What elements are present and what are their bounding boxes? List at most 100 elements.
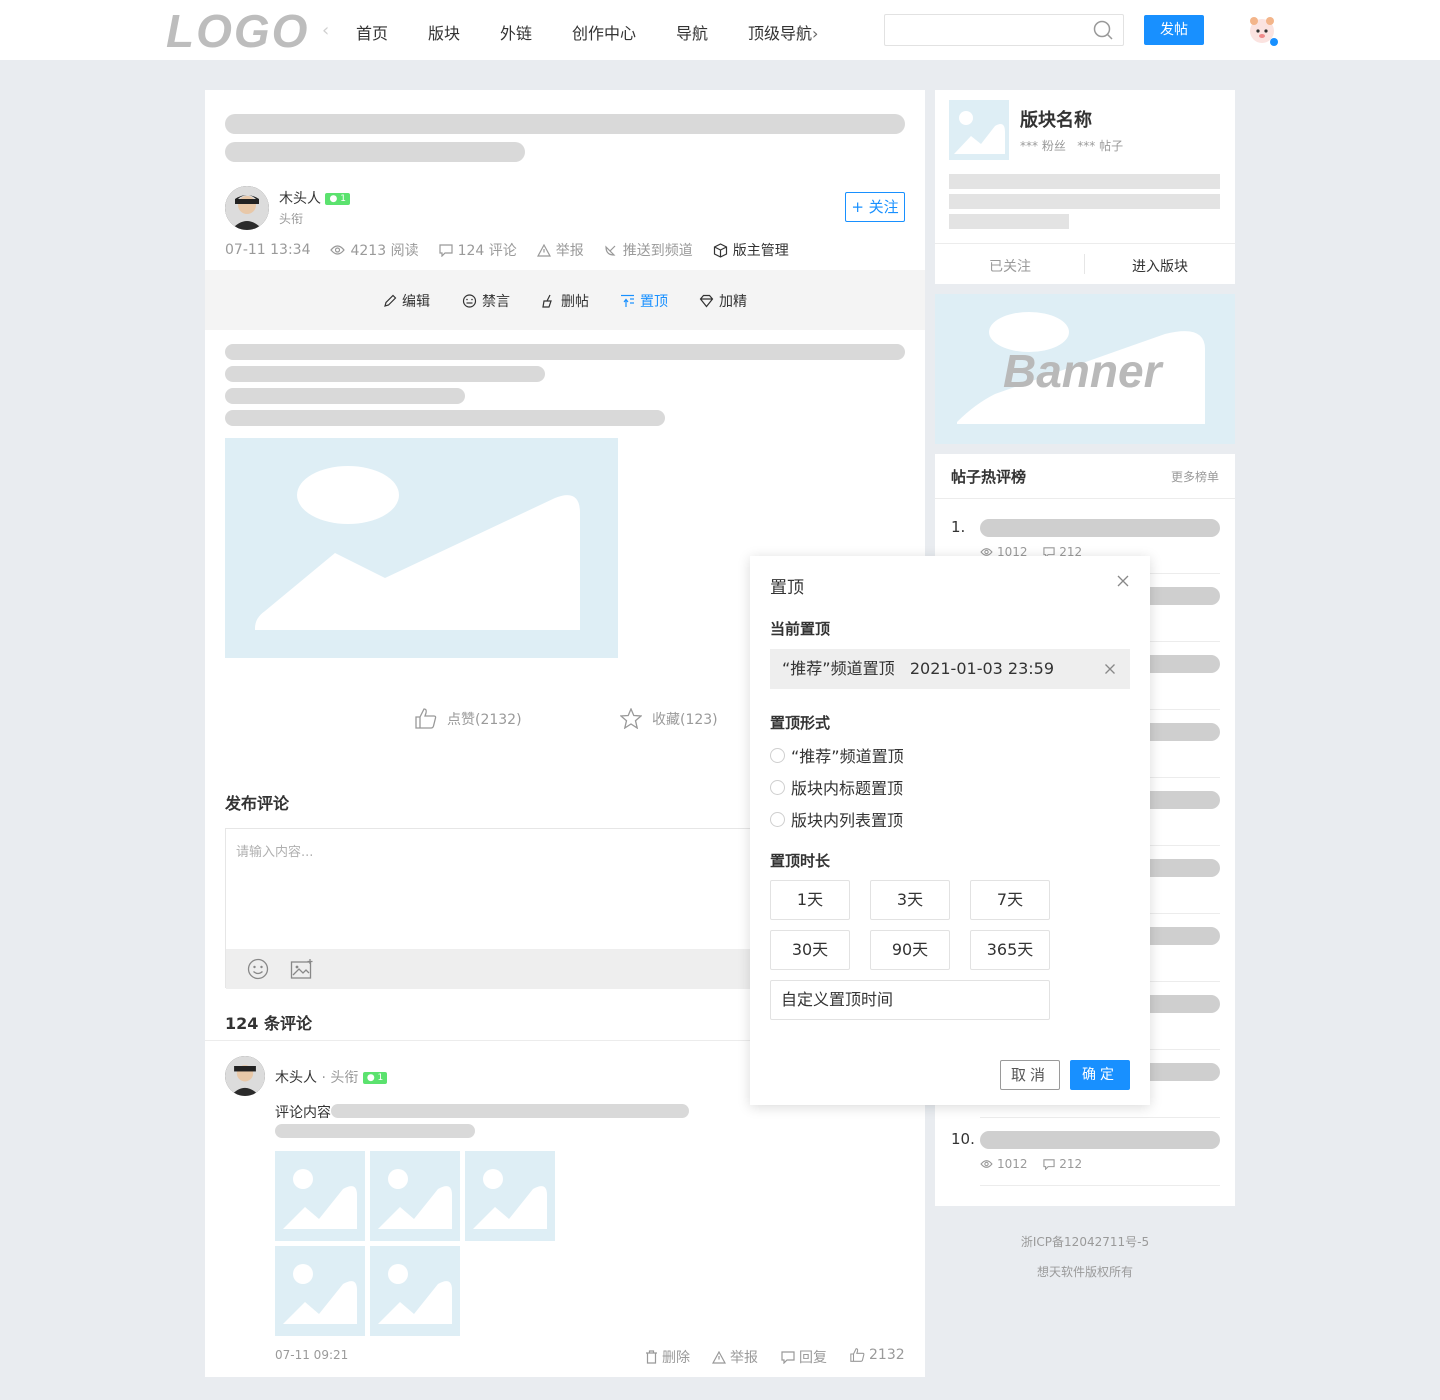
comment-image[interactable] (370, 1246, 460, 1336)
comment-content-prefix: 评论内容 (275, 1105, 331, 1121)
commenter-title: · 头衔 (321, 1070, 359, 1086)
banner[interactable]: Banner (935, 294, 1235, 444)
comment-image[interactable] (465, 1151, 555, 1241)
remove-pin-icon[interactable] (1104, 663, 1116, 675)
board-thumbnail[interactable] (949, 100, 1009, 160)
title-skeleton (225, 142, 525, 162)
more-ranking-link[interactable]: 更多榜单 (1171, 468, 1219, 485)
duration-90-days[interactable]: 90天 (870, 930, 950, 970)
emoji-icon[interactable] (247, 958, 269, 980)
new-post-button[interactable]: 发帖 (1144, 15, 1204, 45)
post-meta: 07-11 13:34 4213 阅读 124 评论 举报 推送到频道 版主管理 (225, 240, 809, 260)
comment-count-text: 124 评论 (457, 243, 517, 259)
enter-board-button[interactable]: 进入版块 (1085, 256, 1235, 276)
satellite-icon (605, 245, 616, 256)
pin-option-board-list[interactable]: 版块内列表置顶 (770, 807, 903, 831)
user-avatar[interactable] (1246, 14, 1278, 46)
comment-delete-button[interactable]: 删除 (645, 1347, 690, 1367)
divider (935, 498, 1235, 499)
trash-icon (646, 1350, 657, 1364)
search-icon[interactable] (1093, 20, 1113, 40)
comment-image[interactable] (275, 1151, 365, 1241)
confirm-button[interactable]: 确定 (1070, 1060, 1130, 1090)
delete-label: 删除 (662, 1350, 690, 1366)
commenter-avatar[interactable] (225, 1056, 265, 1096)
divider (935, 243, 1235, 244)
edit-button[interactable]: 编辑 (383, 291, 430, 311)
chevron-left-icon[interactable]: ‹ (322, 20, 329, 41)
comment-like-button[interactable]: 2132 (850, 1347, 905, 1363)
duration-7-days[interactable]: 7天 (970, 880, 1050, 920)
image-upload-icon[interactable] (290, 958, 314, 980)
ranking-title: 帖子热评榜 (951, 468, 1027, 486)
mute-button[interactable]: 禁言 (462, 291, 510, 311)
comment-image[interactable] (370, 1151, 460, 1241)
level-number: 1 (340, 194, 346, 204)
rank-title-skeleton[interactable] (980, 519, 1220, 537)
option-label: 版块内列表置顶 (791, 811, 904, 830)
image-icon (283, 1264, 357, 1324)
follow-button[interactable]: + 关注 (845, 192, 905, 222)
site-logo[interactable]: LOGO (166, 4, 309, 58)
favorite-button[interactable]: 收藏(123) (620, 708, 718, 729)
nav-item-navigation[interactable]: 导航 (676, 20, 708, 44)
comment-count[interactable]: 124 评论 (438, 240, 517, 260)
like-button[interactable]: 点赞(2132) (415, 708, 522, 729)
warning-icon (712, 1350, 726, 1364)
post-time: 07-11 13:34 (225, 242, 311, 258)
duration-365-days[interactable]: 365天 (970, 930, 1050, 970)
feature-button[interactable]: 加精 (699, 291, 747, 311)
search-input[interactable] (884, 14, 1124, 46)
nav-item-links[interactable]: 外链 (500, 20, 532, 44)
content-skeleton (225, 344, 905, 360)
cancel-button[interactable]: 取消 (1000, 1060, 1060, 1090)
moderator-manage-link[interactable]: 版主管理 (713, 240, 789, 260)
author-avatar[interactable] (225, 186, 269, 230)
rank-title-skeleton[interactable] (980, 1131, 1220, 1149)
nav-item-boards[interactable]: 版块 (428, 20, 460, 44)
comment-icon (781, 1350, 795, 1364)
commenter-name[interactable]: 木头人 (275, 1070, 317, 1086)
radio-button[interactable] (770, 747, 785, 763)
moderate-text: 版主管理 (732, 243, 789, 259)
comment-image[interactable] (275, 1246, 365, 1336)
custom-duration-button[interactable]: 自定义置顶时间 (770, 980, 1050, 1020)
duration-30-days[interactable]: 30天 (770, 930, 850, 970)
eye-icon (330, 245, 346, 255)
comment-reply-button[interactable]: 回复 (781, 1347, 827, 1367)
rank-views: 1012 (997, 1157, 1028, 1171)
icp-record[interactable]: 浙ICP备12042711号-5 (935, 1233, 1235, 1250)
push-to-channel-link[interactable]: 推送到频道 (604, 240, 693, 260)
pin-top-button[interactable]: 置顶 (620, 291, 668, 311)
top-navigation-bar: LOGO ‹ 首页 版块 外链 创作中心 导航 顶级导航› 发帖 (0, 0, 1440, 60)
eye-icon (980, 1160, 993, 1168)
level-badge: ● 1 (362, 1072, 388, 1084)
delete-post-button[interactable]: 删帖 (541, 291, 589, 311)
divider (980, 1185, 1220, 1186)
nav-item-home[interactable]: 首页 (356, 20, 388, 44)
duration-3-days[interactable]: 3天 (870, 880, 950, 920)
like-label: 点赞(2132) (447, 711, 522, 728)
image-icon (378, 1264, 452, 1324)
rank-meta: 1012 212 (980, 1157, 1082, 1171)
pin-option-board-title[interactable]: 版块内标题置顶 (770, 775, 903, 799)
diamond-icon (699, 294, 714, 308)
nav-item-creator-center[interactable]: 创作中心 (572, 20, 636, 44)
radio-button[interactable] (770, 779, 785, 795)
followed-button[interactable]: 已关注 (935, 256, 1085, 276)
moderator-toolbar: 编辑 禁言 删帖 置顶 加精 (205, 270, 925, 330)
comment-report-button[interactable]: 举报 (712, 1347, 758, 1367)
comment-like-count: 2132 (869, 1347, 905, 1363)
comment-time: 07-11 09:21 (275, 1348, 349, 1362)
author-name[interactable]: 木头人 (279, 191, 321, 207)
report-link[interactable]: 举报 (536, 240, 584, 260)
close-icon[interactable] (1116, 574, 1130, 588)
nav-item-top-navigation[interactable]: 顶级导航› (748, 20, 818, 44)
post-image-placeholder[interactable] (225, 438, 618, 658)
radio-button[interactable] (770, 811, 785, 827)
pin-option-recommend[interactable]: “推荐”频道置顶 (770, 743, 904, 767)
option-label: “推荐”频道置顶 (791, 747, 904, 766)
board-name[interactable]: 版块名称 (1020, 106, 1092, 132)
banner-text: Banner (1003, 345, 1162, 397)
duration-1-day[interactable]: 1天 (770, 880, 850, 920)
